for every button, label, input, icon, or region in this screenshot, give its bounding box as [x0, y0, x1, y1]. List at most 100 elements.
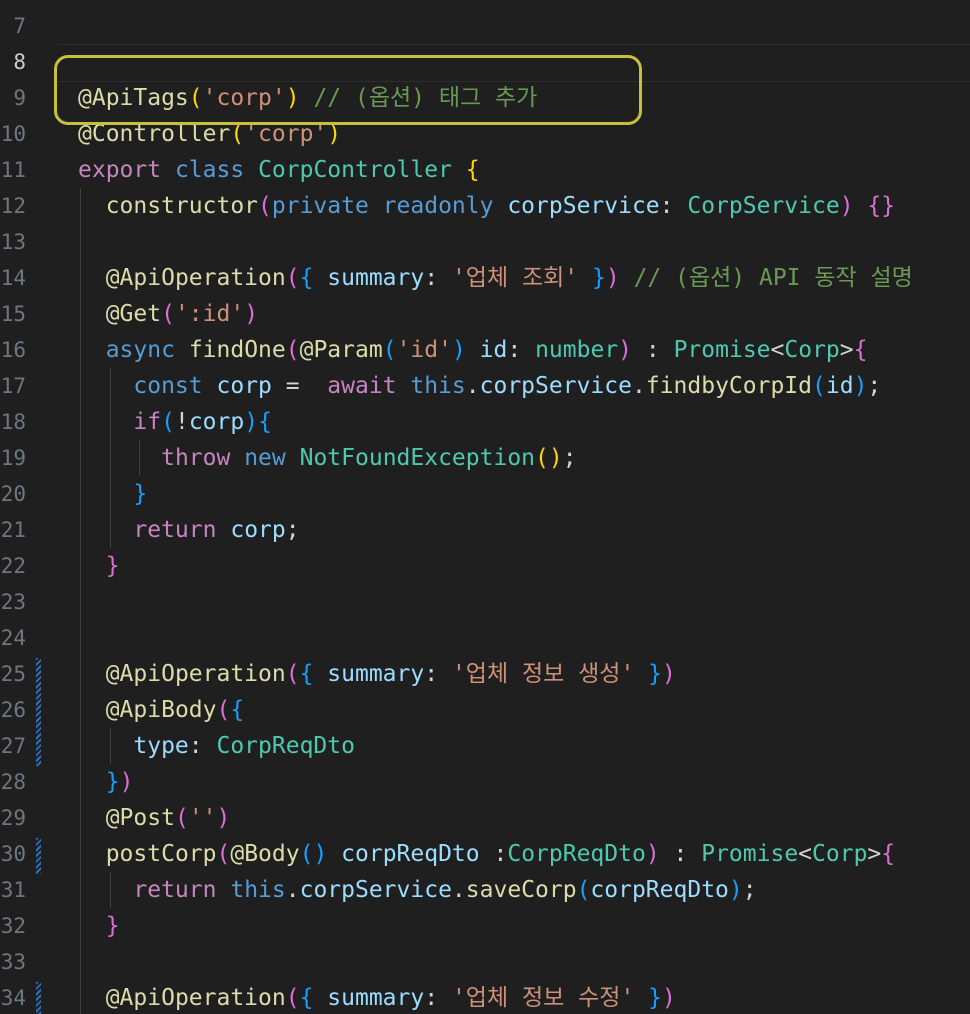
code-line[interactable]: 31 return this.corpService.saveCorp(corp…: [0, 872, 970, 908]
code-token: (: [285, 265, 300, 291]
code-token: ): [119, 769, 134, 795]
code-line[interactable]: 30 postCorp(@Body() corpReqDto :CorpReqD…: [0, 836, 970, 872]
code-token: @ApiOperation: [105, 661, 286, 687]
code-line[interactable]: 28 }): [0, 764, 970, 800]
line-number: 8: [13, 50, 26, 74]
code-line[interactable]: 23: [0, 584, 970, 620]
code-token: (: [576, 877, 591, 903]
code-line[interactable]: 29 @Post(''): [0, 800, 970, 836]
code-token: (: [174, 805, 189, 831]
code-line[interactable]: 17 const corp = await this.corpService.f…: [0, 368, 970, 404]
code-line[interactable]: 19 throw new NotFoundException();: [0, 440, 970, 476]
code-token: ): [662, 985, 676, 1011]
code-line[interactable]: 7: [0, 8, 970, 44]
code-line[interactable]: 26 @ApiBody({: [0, 692, 970, 728]
code-token: }: [105, 553, 120, 579]
code-line[interactable]: 14 @ApiOperation({ summary: '업체 조회' }) /…: [0, 260, 970, 296]
code-token: >: [839, 337, 854, 363]
annotation-highlight-box: [54, 55, 642, 125]
code-token: {: [881, 841, 896, 867]
code-token: findbyCorpId: [645, 373, 812, 399]
code-line[interactable]: 20 }: [0, 476, 970, 512]
code-token: (: [285, 985, 300, 1011]
code-token: @ApiOperation: [105, 985, 286, 1011]
code-token: (: [258, 193, 272, 219]
code-token: }: [591, 265, 606, 291]
code-token: {: [465, 157, 480, 183]
code-token: (: [812, 373, 826, 399]
code-line[interactable]: 33: [0, 944, 970, 980]
line-number: 30: [0, 842, 26, 866]
code-token: :: [507, 337, 536, 363]
code-line[interactable]: 25 @ApiOperation({ summary: '업체 정보 생성' }…: [0, 656, 970, 692]
code-line[interactable]: 22 }: [0, 548, 970, 584]
code-text: @Get(':id'): [78, 296, 258, 332]
code-line[interactable]: 15 @Get(':id'): [0, 296, 970, 332]
line-number: 19: [0, 446, 26, 470]
code-token: @Post: [105, 805, 175, 831]
code-token: ): [662, 661, 676, 687]
code-token: <: [798, 841, 813, 867]
code-token: '업체 정보 생성': [451, 661, 635, 687]
code-line[interactable]: 24: [0, 620, 970, 656]
code-token: :: [188, 733, 217, 759]
code-line[interactable]: 21 return corp;: [0, 512, 970, 548]
code-text: export class CorpController {: [78, 152, 480, 188]
code-line[interactable]: 12 constructor(private readonly corpServ…: [0, 188, 970, 224]
code-text: constructor(private readonly corpService…: [78, 188, 895, 224]
code-text: return this.corpService.saveCorp(corpReq…: [78, 872, 756, 908]
code-token: this: [410, 373, 466, 399]
code-line[interactable]: 32 }: [0, 908, 970, 944]
code-line[interactable]: 16 async findOne(@Param('id') id: number…: [0, 332, 970, 368]
code-line[interactable]: 18 if(!corp){: [0, 404, 970, 440]
line-number: 23: [0, 590, 26, 614]
code-token: const: [133, 373, 203, 399]
code-line[interactable]: 13: [0, 224, 970, 260]
line-number: 27: [0, 734, 26, 758]
code-line[interactable]: 11 export class CorpController {: [0, 152, 970, 188]
code-token: ): [216, 805, 231, 831]
line-number: 25: [0, 662, 26, 686]
code-token: <: [770, 337, 785, 363]
code-token: CorpService: [687, 193, 840, 219]
code-token: :: [632, 337, 674, 363]
code-token: summary: [327, 265, 425, 291]
code-token: Promise: [701, 841, 799, 867]
code-token: }: [105, 913, 120, 939]
code-token: ): [244, 409, 259, 435]
line-number: 28: [0, 770, 26, 794]
code-token: await: [327, 373, 397, 399]
code-token: }: [648, 985, 663, 1011]
code-token: Promise: [673, 337, 771, 363]
code-token: @Param: [299, 337, 383, 363]
code-text: postCorp(@Body() corpReqDto :CorpReqDto)…: [78, 836, 895, 872]
code-token: .: [631, 373, 646, 399]
code-token: ): [645, 841, 660, 867]
code-line[interactable]: 27 type: CorpReqDto: [0, 728, 970, 764]
code-line[interactable]: 34 @ApiOperation({ summary: '업체 정보 수정' }…: [0, 980, 970, 1014]
code-token: {: [258, 409, 272, 435]
code-token: '': [188, 805, 217, 831]
line-number: 22: [0, 554, 26, 578]
code-text: @ApiBody({: [78, 692, 245, 728]
code-token: ): [244, 301, 259, 327]
code-editor[interactable]: 7 8 9 @ApiTags('corp') // (옵션) 태그 추가 10 @C…: [0, 0, 970, 1014]
